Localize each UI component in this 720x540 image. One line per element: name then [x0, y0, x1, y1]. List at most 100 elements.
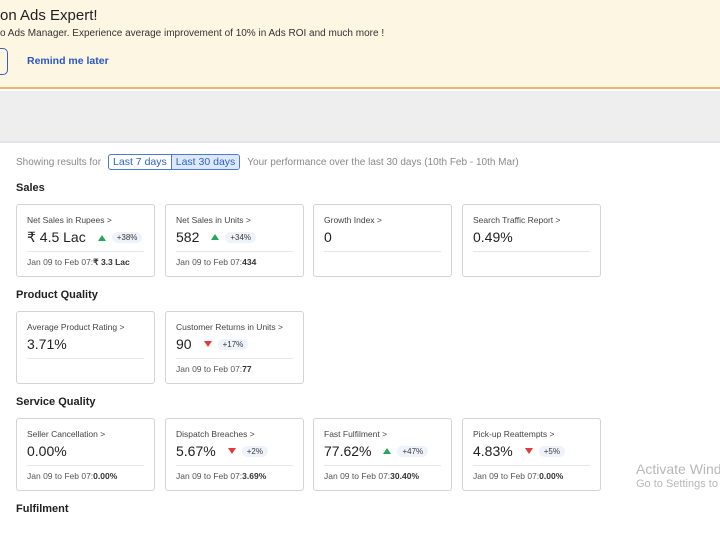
watermark-line2: Go to Settings to activate Windows.: [636, 478, 720, 490]
previous-period-label: Jan 09 to Feb 07:: [324, 471, 391, 481]
previous-period-label: Jan 09 to Feb 07:: [176, 364, 243, 374]
banner-subtitle: o Ads Manager. Experience average improv…: [0, 28, 385, 39]
trend-up-icon: [211, 234, 220, 240]
metric-value-row: 5.67% +2%: [176, 443, 268, 459]
previous-period-value: 3.69%: [242, 471, 267, 481]
metric-value: 0.49%: [473, 229, 513, 245]
previous-period: Jan 09 to Feb 07:₹ 3.3 Lac: [27, 257, 130, 268]
metric-title-link[interactable]: Search Traffic Report >: [473, 215, 560, 225]
card-divider: [176, 251, 293, 252]
metric-card[interactable]: Average Product Rating > 3.71%: [16, 311, 155, 384]
remind-me-later-link[interactable]: Remind me later: [27, 55, 109, 67]
previous-period: Jan 09 to Feb 07:3.69%: [176, 471, 266, 481]
card-divider: [27, 358, 144, 359]
card-divider: [176, 358, 293, 359]
banner-primary-button[interactable]: [0, 48, 8, 75]
metric-title-link[interactable]: Fast Fulfilment >: [324, 429, 387, 439]
previous-period-label: Jan 09 to Feb 07:: [176, 257, 243, 267]
performance-description: Your performance over the last 30 days (…: [247, 156, 519, 168]
metric-value: 0.00%: [27, 443, 67, 459]
metric-title-link[interactable]: Seller Cancellation >: [27, 429, 105, 439]
last-30-days-button[interactable]: Last 30 days: [170, 155, 240, 169]
metric-value: ₹ 4.5 Lac: [27, 229, 86, 245]
card-divider: [324, 251, 441, 252]
metric-value-row: 77.62% +47%: [324, 443, 429, 459]
card-divider: [324, 465, 441, 466]
ads-expert-banner: on Ads Expert! o Ads Manager. Experience…: [0, 0, 720, 89]
metric-card[interactable]: Pick-up Reattempts > 4.83% +5% Jan 09 to Fe…: [462, 418, 601, 491]
metric-value-row: 0.00%: [27, 443, 67, 459]
section-title-fulfilment: Fulfilment: [16, 503, 69, 515]
previous-period-value: 30.40%: [390, 471, 420, 481]
metric-title-link[interactable]: Pick-up Reattempts >: [473, 429, 555, 439]
trend-down-icon: [227, 448, 236, 454]
previous-period: Jan 09 to Feb 07:434: [176, 257, 256, 267]
trend-up-icon: [97, 234, 106, 241]
metric-card[interactable]: Growth Index > 0: [313, 204, 452, 277]
change-badge: +5%: [538, 445, 565, 457]
date-range-toggle: Last 7 days Last 30 days: [108, 154, 241, 170]
previous-period-value: 0.00%: [93, 471, 118, 481]
metric-title-link[interactable]: Customer Returns in Units >: [176, 322, 283, 332]
change-badge: +34%: [225, 231, 257, 243]
previous-period-label: Jan 09 to Feb 07:: [473, 471, 540, 481]
metric-card[interactable]: Fast Fulfilment > 77.62% +47% Jan 09 to Feb…: [313, 418, 452, 491]
metric-value: 4.83%: [473, 443, 513, 459]
metric-title-link[interactable]: Growth Index >: [324, 215, 382, 225]
previous-period-value: 0.00%: [539, 471, 564, 481]
metric-card[interactable]: Customer Returns in Units > 90 +17% Jan 09 …: [165, 311, 304, 384]
metric-value: 582: [176, 229, 200, 245]
metric-card[interactable]: Net Sales in Rupees > ₹ 4.5 Lac +38% Jan 09…: [16, 204, 155, 277]
change-badge: +2%: [241, 445, 268, 457]
trend-down-icon: [524, 448, 533, 454]
previous-period-label: Jan 09 to Feb 07:: [176, 471, 243, 481]
previous-period: Jan 09 to Feb 07:77: [176, 364, 252, 374]
metric-value: 0: [324, 229, 332, 245]
trend-up-icon: [383, 448, 392, 454]
filter-prefix: Showing results for: [16, 156, 102, 168]
metric-card[interactable]: Search Traffic Report > 0.49%: [462, 204, 601, 277]
metric-value-row: 4.83% +5%: [473, 443, 565, 459]
previous-period: Jan 09 to Feb 07:0.00%: [27, 471, 117, 481]
section-title-service-quality: Service Quality: [16, 396, 96, 408]
section-title-product-quality: Product Quality: [16, 289, 98, 301]
metric-card[interactable]: Seller Cancellation >0.00% Jan 09 to Feb …: [16, 418, 155, 491]
previous-period-value: 77: [242, 364, 252, 374]
metric-value: 3.71%: [27, 336, 67, 352]
metric-value: 90: [176, 336, 192, 352]
metric-title-link[interactable]: Average Product Rating >: [27, 322, 124, 332]
card-divider: [27, 251, 144, 252]
metric-title-link[interactable]: Dispatch Breaches >: [176, 429, 255, 439]
card-divider: [473, 465, 590, 466]
metric-value-row: 0: [324, 229, 332, 245]
previous-period-label: Jan 09 to Feb 07:: [27, 471, 94, 481]
metric-value-row: 582 +34%: [176, 229, 257, 245]
windows-activation-watermark: Activate Windows Go to Settings to activ…: [636, 461, 720, 490]
metric-value-row: 0.49%: [473, 229, 513, 245]
metric-value-row: ₹ 4.5 Lac +38%: [27, 229, 143, 246]
banner-title: on Ads Expert!: [0, 7, 98, 24]
section-title-sales: Sales: [16, 182, 45, 194]
previous-period: Jan 09 to Feb 07:0.00%: [473, 471, 563, 481]
last-7-days-button[interactable]: Last 7 days: [109, 155, 171, 169]
change-badge: +17%: [217, 338, 249, 350]
header-bar: [0, 91, 720, 143]
previous-period: Jan 09 to Feb 07:30.40%: [324, 471, 419, 481]
watermark-line1: Activate Windows: [636, 461, 720, 477]
metric-value: 5.67%: [176, 443, 216, 459]
metric-value-row: 90 +17%: [176, 336, 249, 352]
metric-title-link[interactable]: Net Sales in Units >: [176, 215, 251, 225]
previous-period-value: ₹ 3.3 Lac: [93, 257, 130, 267]
date-filter-row: Showing results for Last 7 days Last 30 …: [16, 153, 519, 171]
trend-down-icon: [203, 341, 212, 347]
metric-card[interactable]: Net Sales in Units > 582 +34% Jan 09 to Feb…: [165, 204, 304, 277]
previous-period-value: 434: [242, 257, 257, 267]
change-badge: +47%: [397, 445, 429, 457]
card-divider: [176, 465, 293, 466]
previous-period-label: Jan 09 to Feb 07:: [27, 257, 94, 267]
metric-title-link[interactable]: Net Sales in Rupees >: [27, 215, 112, 225]
metric-value-row: 3.71%: [27, 336, 67, 352]
card-divider: [473, 251, 590, 252]
change-badge: +38%: [111, 232, 143, 243]
metric-card[interactable]: Dispatch Breaches > 5.67% +2% Jan 09 to Feb…: [165, 418, 304, 491]
